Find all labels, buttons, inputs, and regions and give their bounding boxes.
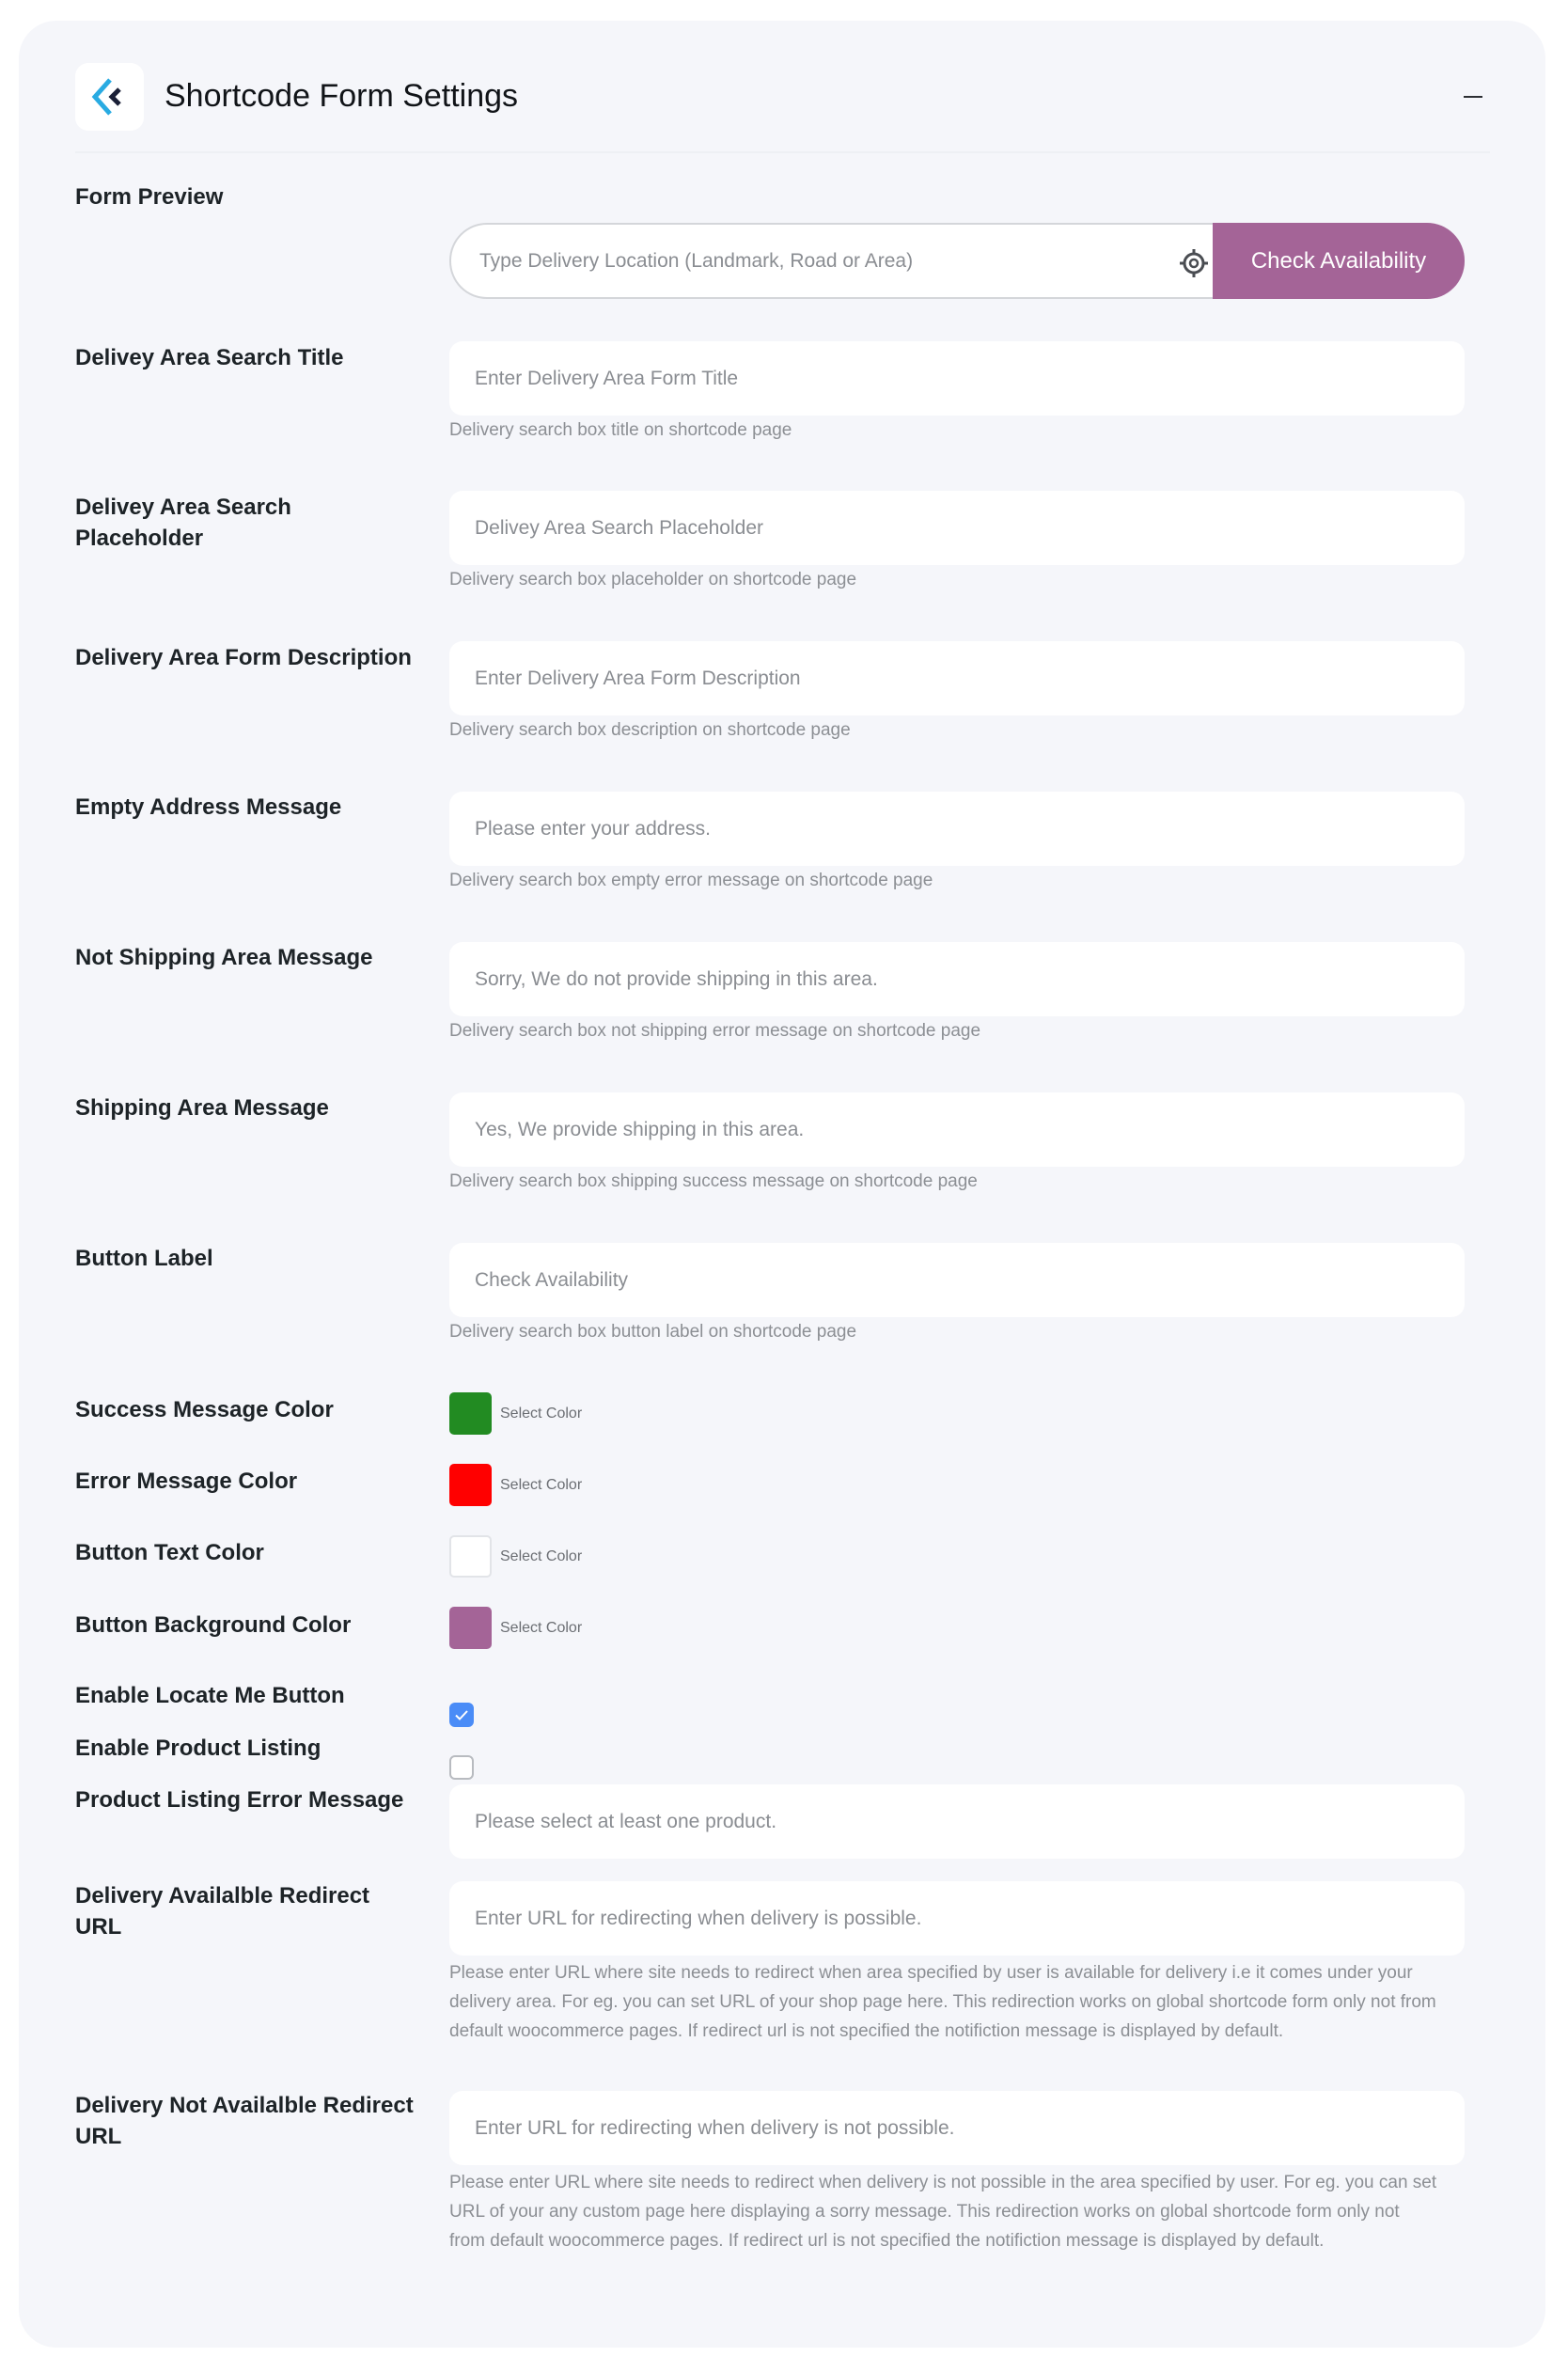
help-line: delivery area. For eg. you can set URL o… bbox=[449, 1992, 1436, 2012]
field-label-not-shipping: Not Shipping Area Message bbox=[75, 945, 373, 970]
field-label-product-listing-error: Product Listing Error Message bbox=[75, 1787, 404, 1813]
field-label-empty-address: Empty Address Message bbox=[75, 794, 342, 820]
not-shipping-input[interactable]: Sorry, We do not provide shipping in thi… bbox=[449, 942, 1465, 1016]
help-line: URL of your any custom page here display… bbox=[449, 2202, 1400, 2222]
help-line: Please enter URL where site needs to red… bbox=[449, 2173, 1437, 2192]
plugin-logo bbox=[75, 63, 144, 131]
button-label-input[interactable]: Check Availability bbox=[449, 1243, 1465, 1317]
redirect-label-not-available: Delivery Not Availalble Redirect URL bbox=[75, 2093, 414, 2149]
search-placeholder-input[interactable]: Delivey Area Search Placeholder bbox=[449, 491, 1465, 565]
search-placeholder-help: Delivery search box placeholder on short… bbox=[449, 570, 857, 589]
enable-locate-me-checkbox[interactable] bbox=[449, 1703, 474, 1727]
error-color-swatch[interactable] bbox=[449, 1464, 492, 1506]
form-preview-label: Form Preview bbox=[75, 184, 224, 210]
success-color-swatch[interactable] bbox=[449, 1392, 492, 1435]
shipping-help: Delivery search box shipping success mes… bbox=[449, 1171, 978, 1191]
search-title-input[interactable]: Enter Delivery Area Form Title bbox=[449, 341, 1465, 416]
toggle-label-locate-me: Enable Locate Me Button bbox=[75, 1683, 345, 1708]
redirect-label-available: Delivery Availalble Redirect URL bbox=[75, 1883, 370, 1940]
help-line: Please enter URL where site needs to red… bbox=[449, 1963, 1413, 1983]
available-redirect-url-input[interactable]: Enter URL for redirecting when delivery … bbox=[449, 1881, 1465, 1956]
not-available-redirect-url-input[interactable]: Enter URL for redirecting when delivery … bbox=[449, 2091, 1465, 2165]
empty-address-help: Delivery search box empty error message … bbox=[449, 871, 933, 890]
color-label-button-bg: Button Background Color bbox=[75, 1612, 352, 1638]
not-shipping-help: Delivery search box not shipping error m… bbox=[449, 1021, 981, 1041]
toggle-label-product-listing: Enable Product Listing bbox=[75, 1736, 321, 1761]
check-availability-button[interactable]: Check Availability bbox=[1213, 223, 1465, 299]
not-available-redirect-help: Please enter URL where site needs to red… bbox=[449, 2168, 1474, 2255]
header-divider bbox=[75, 151, 1490, 153]
help-line: from default woocommerce pages. If redir… bbox=[449, 2231, 1325, 2251]
success-select-color[interactable]: Select Color bbox=[500, 1406, 582, 1422]
field-label-form-description: Delivery Area Form Description bbox=[75, 645, 412, 670]
enable-product-listing-checkbox[interactable] bbox=[449, 1755, 474, 1780]
button-label-help: Delivery search box button label on shor… bbox=[449, 1322, 857, 1342]
button-bg-color-swatch[interactable] bbox=[449, 1607, 492, 1649]
button-bg-select-color[interactable]: Select Color bbox=[500, 1620, 582, 1637]
button-text-select-color[interactable]: Select Color bbox=[500, 1548, 582, 1565]
color-label-success: Success Message Color bbox=[75, 1397, 334, 1422]
field-label-search-placeholder: Delivey Area Search Placeholder bbox=[75, 495, 291, 551]
collapse-button[interactable] bbox=[1454, 83, 1492, 111]
color-label-error: Error Message Color bbox=[75, 1469, 298, 1494]
minus-icon bbox=[1464, 96, 1482, 98]
panel-title: Shortcode Form Settings bbox=[165, 78, 519, 114]
error-select-color[interactable]: Select Color bbox=[500, 1477, 582, 1494]
available-redirect-help: Please enter URL where site needs to red… bbox=[449, 1958, 1474, 2046]
field-label-shipping: Shipping Area Message bbox=[75, 1095, 329, 1121]
shipping-input[interactable]: Yes, We provide shipping in this area. bbox=[449, 1092, 1465, 1167]
form-description-help: Delivery search box description on short… bbox=[449, 720, 851, 740]
form-description-input[interactable]: Enter Delivery Area Form Description bbox=[449, 641, 1465, 715]
crosshair-locate-icon[interactable] bbox=[1178, 247, 1210, 279]
help-line: default woocommerce pages. If redirect u… bbox=[449, 2021, 1284, 2041]
preview-location-input[interactable]: Type Delivery Location (Landmark, Road o… bbox=[449, 223, 1220, 299]
color-label-button-text: Button Text Color bbox=[75, 1540, 264, 1565]
field-label-button-label: Button Label bbox=[75, 1246, 213, 1271]
plugin-logo-icon bbox=[91, 78, 121, 116]
product-listing-error-input[interactable]: Please select at least one product. bbox=[449, 1784, 1465, 1859]
button-text-color-swatch[interactable] bbox=[449, 1535, 492, 1578]
checkmark-icon bbox=[455, 1710, 468, 1720]
field-label-search-title: Delivey Area Search Title bbox=[75, 345, 344, 370]
search-title-help: Delivery search box title on shortcode p… bbox=[449, 420, 792, 440]
empty-address-input[interactable]: Please enter your address. bbox=[449, 792, 1465, 866]
